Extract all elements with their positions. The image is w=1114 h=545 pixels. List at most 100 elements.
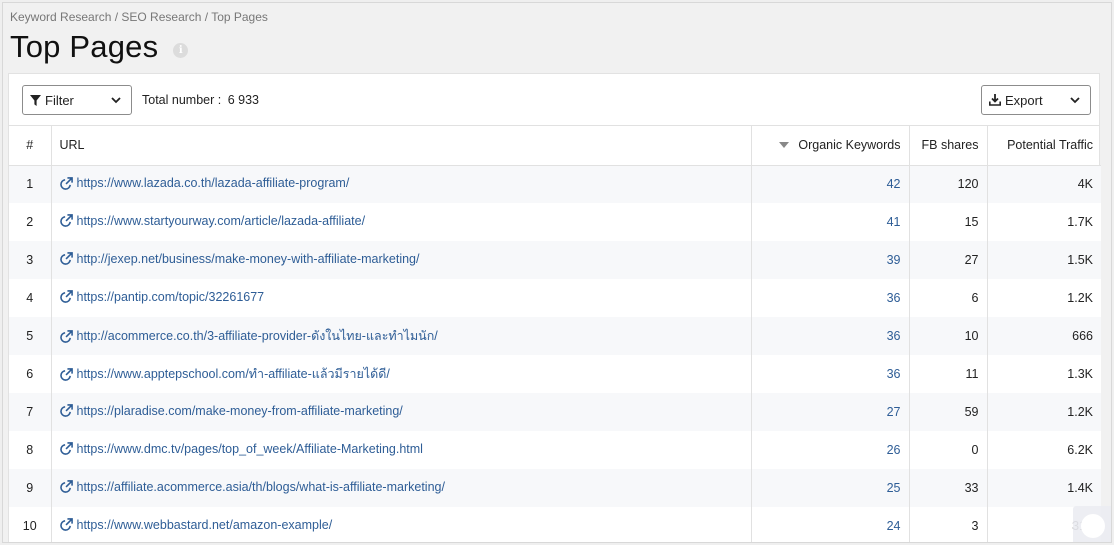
row-organic-keywords[interactable]: 27 (751, 393, 910, 431)
row-potential-traffic: 666 (987, 317, 1101, 355)
table-row: 7 https://plaradise.com/make-money-from-a… (9, 393, 1101, 431)
row-potential-traffic: 1.7K (987, 203, 1101, 241)
external-link-icon (59, 518, 73, 532)
row-fb-shares: 120 (909, 165, 988, 203)
column-header-potential-traffic[interactable]: Potential Traffic (987, 126, 1101, 166)
column-header-url[interactable]: URL (51, 126, 752, 166)
total-count: Total number : 6 933 (142, 93, 259, 107)
funnel-icon (30, 94, 41, 106)
external-link-icon (59, 404, 73, 418)
row-index: 8 (9, 431, 52, 469)
top-pages-card: Filter Total number : 6 933 Export # URL… (8, 73, 1101, 542)
row-url-cell: https://www.startyourway.com/article/laz… (51, 203, 752, 241)
filter-button[interactable]: Filter (22, 85, 132, 115)
row-index: 4 (9, 279, 52, 317)
row-url-cell: https://plaradise.com/make-money-from-af… (51, 393, 752, 431)
column-header-organic-keywords-label: Organic Keywords (798, 138, 901, 153)
row-organic-keywords[interactable]: 41 (751, 203, 910, 241)
table-body: 1 https://www.lazada.co.th/lazada-affilia… (9, 165, 1101, 542)
page-title: Top Pages (10, 29, 159, 64)
row-fb-shares: 0 (909, 431, 988, 469)
row-url-cell: http://jexep.net/business/make-money-wit… (51, 241, 752, 279)
filter-button-label: Filter (45, 92, 74, 108)
row-index: 6 (9, 355, 52, 393)
row-url-link[interactable]: https://affiliate.acommerce.asia/th/blog… (59, 480, 445, 494)
row-index: 2 (9, 203, 52, 241)
row-index: 10 (9, 507, 52, 542)
column-header-organic-keywords[interactable]: Organic Keywords (751, 126, 910, 166)
breadcrumb[interactable]: Keyword Research / SEO Research / Top Pa… (10, 10, 268, 24)
table-row: 2 https://www.startyourway.com/article/la… (9, 203, 1101, 241)
row-potential-traffic: 1.4K (987, 469, 1101, 507)
table-row: 9 https://affiliate.acommerce.asia/th/blo… (9, 469, 1101, 507)
download-icon (989, 94, 1001, 106)
row-url-cell: https://www.dmc.tv/pages/top_of_week/Aff… (51, 431, 752, 469)
row-potential-traffic: 4K (987, 165, 1101, 203)
row-index: 7 (9, 393, 52, 431)
row-url-link[interactable]: https://pantip.com/topic/32261677 (59, 290, 264, 304)
row-url-link[interactable]: https://www.lazada.co.th/lazada-affiliat… (59, 176, 350, 190)
chevron-down-icon (111, 97, 121, 104)
table-row: 8 https://www.dmc.tv/pages/top_of_week/Af… (9, 431, 1101, 469)
external-link-icon (59, 480, 73, 494)
row-url-text: https://plaradise.com/make-money-from-af… (76, 403, 403, 418)
row-index: 5 (9, 317, 52, 355)
external-link-icon (59, 252, 73, 266)
scroll-to-top-button[interactable] (1073, 506, 1111, 542)
row-organic-keywords[interactable]: 36 (751, 279, 910, 317)
row-fb-shares: 6 (909, 279, 988, 317)
row-potential-traffic: 6.2K (987, 431, 1101, 469)
row-index: 9 (9, 469, 52, 507)
row-fb-shares: 15 (909, 203, 988, 241)
row-organic-keywords[interactable]: 36 (751, 355, 910, 393)
title-row: Top Pages i (10, 29, 189, 65)
export-button[interactable]: Export (981, 85, 1091, 115)
export-button-label: Export (1005, 92, 1043, 108)
external-link-icon (59, 290, 73, 304)
row-organic-keywords[interactable]: 26 (751, 431, 910, 469)
row-potential-traffic: 1.3K (987, 355, 1101, 393)
row-url-link[interactable]: https://plaradise.com/make-money-from-af… (59, 403, 403, 418)
total-count-label: Total number : (142, 93, 222, 107)
table-row: 3 http://jexep.net/business/make-money-wi… (9, 241, 1101, 279)
table-row: 5 http://acommerce.co.th/3-affiliate-prov… (9, 317, 1101, 355)
row-organic-keywords[interactable]: 36 (751, 317, 910, 355)
column-header-index: # (9, 126, 52, 166)
row-fb-shares: 10 (909, 317, 988, 355)
row-organic-keywords[interactable]: 25 (751, 469, 910, 507)
row-url-link[interactable]: http://acommerce.co.th/3-affiliate-provi… (59, 326, 438, 346)
row-url-link[interactable]: https://www.startyourway.com/article/laz… (59, 214, 365, 228)
row-fb-shares: 33 (909, 469, 988, 507)
row-url-text: http://acommerce.co.th/3-affiliate-provi… (76, 329, 438, 343)
row-organic-keywords[interactable]: 39 (751, 241, 910, 279)
table-header: # URL Organic Keywords FB shares Potenti… (9, 126, 1101, 166)
row-index: 3 (9, 241, 52, 279)
row-potential-traffic: 1.5K (987, 241, 1101, 279)
row-index: 1 (9, 165, 52, 203)
row-url-cell: http://acommerce.co.th/3-affiliate-provi… (51, 317, 752, 355)
external-link-icon (59, 329, 73, 343)
row-url-cell: https://www.apptepschool.com/ทำ-affiliat… (51, 355, 752, 393)
row-organic-keywords[interactable]: 42 (751, 165, 910, 203)
table-row: 10 https://www.webbastard.net/amazon-exam… (9, 507, 1101, 542)
table-row: 1 https://www.lazada.co.th/lazada-affilia… (9, 165, 1101, 203)
row-fb-shares: 11 (909, 355, 988, 393)
info-icon[interactable]: i (173, 42, 189, 58)
row-url-cell: https://www.lazada.co.th/lazada-affiliat… (51, 165, 752, 203)
row-url-link[interactable]: https://www.apptepschool.com/ทำ-affiliat… (59, 364, 390, 384)
row-url-text: https://www.dmc.tv/pages/top_of_week/Aff… (76, 441, 423, 456)
row-url-text: http://jexep.net/business/make-money-wit… (76, 251, 420, 266)
row-url-text: https://www.lazada.co.th/lazada-affiliat… (76, 176, 350, 190)
row-organic-keywords[interactable]: 24 (751, 507, 910, 542)
row-fb-shares: 27 (909, 241, 988, 279)
toolbar: Filter Total number : 6 933 Export (9, 74, 1099, 126)
external-link-icon (59, 442, 73, 456)
row-url-link[interactable]: http://jexep.net/business/make-money-wit… (59, 251, 420, 266)
column-header-fb-shares[interactable]: FB shares (909, 126, 988, 166)
row-url-link[interactable]: https://www.dmc.tv/pages/top_of_week/Aff… (59, 441, 423, 456)
external-link-icon (59, 214, 73, 228)
table-row: 6 https://www.apptepschool.com/ทำ-affilia… (9, 355, 1101, 393)
chevron-down-icon (1070, 97, 1080, 104)
top-pages-table: # URL Organic Keywords FB shares Potenti… (9, 126, 1101, 542)
row-url-link[interactable]: https://www.webbastard.net/amazon-exampl… (59, 518, 332, 532)
